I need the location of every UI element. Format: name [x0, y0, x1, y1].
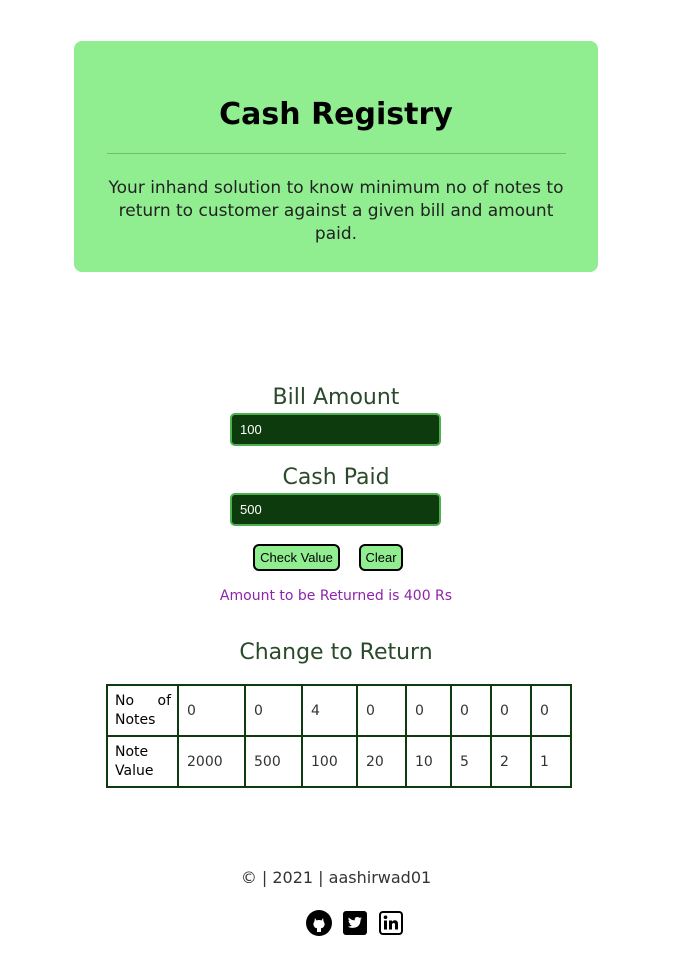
row-header-no-of-notes: No of Notes	[106, 684, 179, 737]
linkedin-icon[interactable]	[378, 910, 404, 936]
divider	[107, 153, 566, 154]
page-title: Cash Registry	[219, 97, 453, 132]
note-count-cell: 0	[490, 684, 532, 737]
note-value-cell: 1	[530, 735, 572, 788]
page-description: Your inhand solution to know minimum no …	[108, 178, 564, 244]
note-count-cell: 0	[177, 684, 246, 737]
clear-button[interactable]: Clear	[359, 544, 403, 571]
note-value-cell: 100	[301, 735, 358, 788]
cash-paid-input[interactable]: 500	[230, 493, 441, 526]
table-row: Note Value 2000 500 100 20 10 5 2 1	[106, 735, 572, 788]
table-row: No of Notes 0 0 4 0 0 0 0 0	[106, 684, 572, 737]
github-icon[interactable]	[306, 910, 332, 936]
twitter-icon[interactable]	[342, 910, 368, 936]
check-value-button[interactable]: Check Value	[253, 544, 340, 571]
result-message: Amount to be Returned is 400 Rs	[219, 588, 453, 604]
social-links	[306, 910, 404, 936]
note-value-cell: 10	[405, 735, 452, 788]
note-count-cell: 0	[244, 684, 303, 737]
note-count-cell: 0	[405, 684, 452, 737]
note-value-cell: 2000	[177, 735, 246, 788]
bill-amount-input[interactable]: 100	[230, 413, 441, 446]
note-count-cell: 4	[301, 684, 358, 737]
note-value-cell: 500	[244, 735, 303, 788]
row-header-note-value: Note Value	[106, 735, 179, 788]
note-value-cell: 5	[450, 735, 492, 788]
note-count-cell: 0	[450, 684, 492, 737]
hero-card: Cash Registry Your inhand solution to kn…	[74, 41, 598, 272]
change-title: Change to Return	[239, 640, 433, 665]
note-count-cell: 0	[530, 684, 572, 737]
footer-text: © | 2021 | aashirwad01	[240, 868, 432, 887]
bill-amount-label: Bill Amount	[272, 385, 400, 410]
note-value-cell: 20	[356, 735, 407, 788]
note-count-cell: 0	[356, 684, 407, 737]
change-table: No of Notes 0 0 4 0 0 0 0 0 Note Value 2…	[106, 684, 572, 788]
note-value-cell: 2	[490, 735, 532, 788]
cash-paid-label: Cash Paid	[282, 465, 390, 490]
